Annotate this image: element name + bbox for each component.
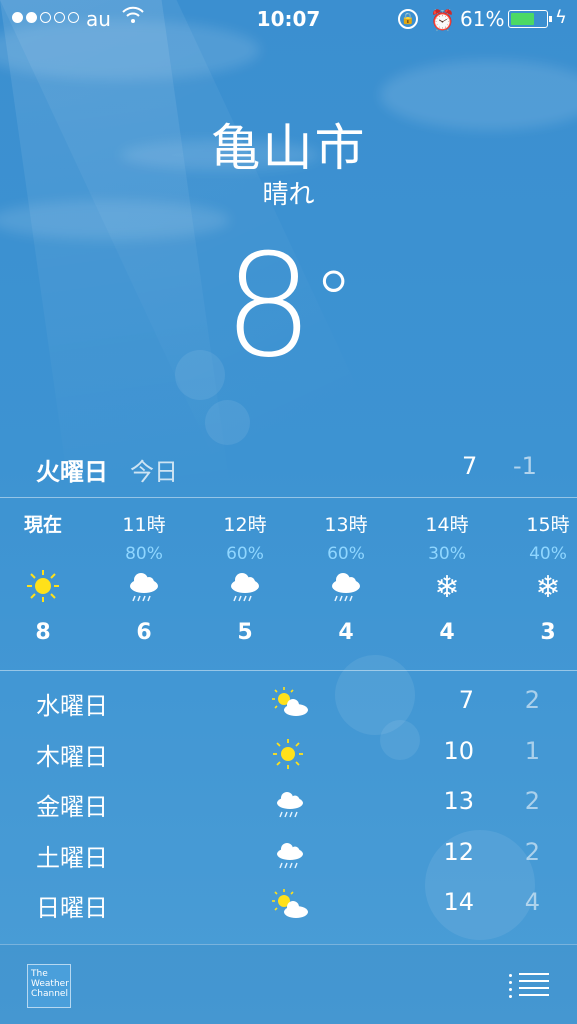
daily-day: 金曜日 (36, 793, 108, 821)
daily-low: 2 (524, 787, 540, 815)
hour-temp: 5 (237, 620, 253, 645)
daily-row: 金曜日 13 2 (0, 783, 577, 834)
hour-pop (8, 544, 78, 568)
cloud-rain-icon (109, 568, 179, 608)
hour-time: 14時 (425, 514, 469, 536)
rotation-lock-icon: 🔒 (398, 9, 418, 29)
battery-percent: 61% (460, 7, 505, 31)
daily-high: 7 (458, 686, 474, 714)
city-list-icon[interactable] (509, 968, 549, 998)
cloud-rain-icon (270, 838, 310, 872)
charging-icon: ϟ (555, 7, 567, 28)
hour-time: 15時 (526, 514, 570, 536)
daily-low: 4 (524, 888, 540, 916)
battery-icon (508, 10, 552, 28)
divider (0, 670, 577, 671)
hour-temp: 4 (439, 620, 455, 645)
hourly-item: 15時 40% ❄ 3 (513, 510, 577, 645)
hour-pop: 60% (226, 544, 264, 564)
current-temperature: 8° (0, 232, 577, 382)
hour-pop: 30% (428, 544, 466, 564)
lens-flare (205, 400, 250, 445)
daily-high: 14 (443, 888, 474, 916)
hourly-forecast[interactable]: 現在 8 11時 80% 6 12時 60% 5 13時 60% 4 14時 3… (0, 510, 577, 660)
hour-time: 13時 (324, 514, 368, 536)
hour-temp: 8 (35, 620, 51, 645)
hour-pop: 40% (529, 544, 567, 564)
snowflake-icon: ❄ (434, 570, 460, 605)
daily-row: 日曜日 14 4 (0, 884, 577, 935)
status-bar: au 10:07 🔒 ⏰ 61% ϟ (0, 0, 577, 38)
divider (0, 497, 577, 498)
sun-icon (8, 568, 78, 608)
cloud-rain-icon (270, 787, 310, 821)
cloud-rain-icon (210, 568, 280, 608)
hour-temp: 3 (540, 620, 556, 645)
daily-high: 12 (443, 837, 474, 866)
snowflake-icon: ❄ (535, 570, 561, 605)
daily-row: 水曜日 7 2 (0, 682, 577, 733)
hour-pop: 60% (327, 544, 365, 564)
footer-bar: The Weather Channel (0, 944, 577, 1024)
today-summary: 火曜日 今日 7 -1 (0, 448, 577, 488)
alarm-icon: ⏰ (430, 8, 455, 32)
hourly-item: 現在 8 (8, 510, 78, 645)
daily-low: 2 (524, 837, 540, 866)
daily-low: 2 (524, 686, 540, 714)
hour-pop: 80% (125, 544, 163, 564)
daily-high: 13 (443, 787, 474, 815)
hour-time: 12時 (223, 514, 267, 536)
daily-forecast[interactable]: 水曜日 7 2 木曜日 10 1 金曜日 13 2 土曜日 12 2 日曜日 1… (0, 682, 577, 935)
hour-time: 現在 (23, 514, 62, 536)
daily-row: 木曜日 10 1 (0, 733, 577, 784)
today-label: 今日 (130, 458, 178, 486)
weather-channel-logo[interactable]: The Weather Channel (27, 964, 71, 1008)
daily-low: 1 (524, 736, 540, 765)
sun-icon (270, 737, 310, 771)
hourly-item: 12時 60% 5 (210, 510, 280, 645)
hourly-item: 13時 60% 4 (311, 510, 381, 645)
daily-day: 木曜日 (36, 742, 108, 771)
hour-time: 11時 (122, 514, 166, 536)
daily-day: 日曜日 (36, 894, 108, 922)
degree-symbol: ° (313, 254, 354, 347)
partly-cloudy-icon (270, 686, 310, 720)
current-condition: 晴れ (262, 180, 315, 210)
daily-day: 水曜日 (36, 692, 108, 720)
today-high: 7 (462, 452, 478, 480)
city-name: 亀山市 (210, 119, 367, 177)
hour-temp: 4 (338, 620, 354, 645)
temperature-value: 8 (223, 224, 314, 389)
cloud-rain-icon (311, 568, 381, 608)
hourly-item: 14時 30% ❄ 4 (412, 510, 482, 645)
daily-high: 10 (443, 736, 474, 765)
hour-temp: 6 (136, 620, 152, 645)
today-day: 火曜日 (36, 458, 108, 486)
hourly-item: 11時 80% 6 (109, 510, 179, 645)
today-low: -1 (513, 452, 537, 480)
daily-day: 土曜日 (36, 843, 108, 872)
partly-cloudy-icon (270, 888, 310, 922)
daily-row: 土曜日 12 2 (0, 834, 577, 885)
